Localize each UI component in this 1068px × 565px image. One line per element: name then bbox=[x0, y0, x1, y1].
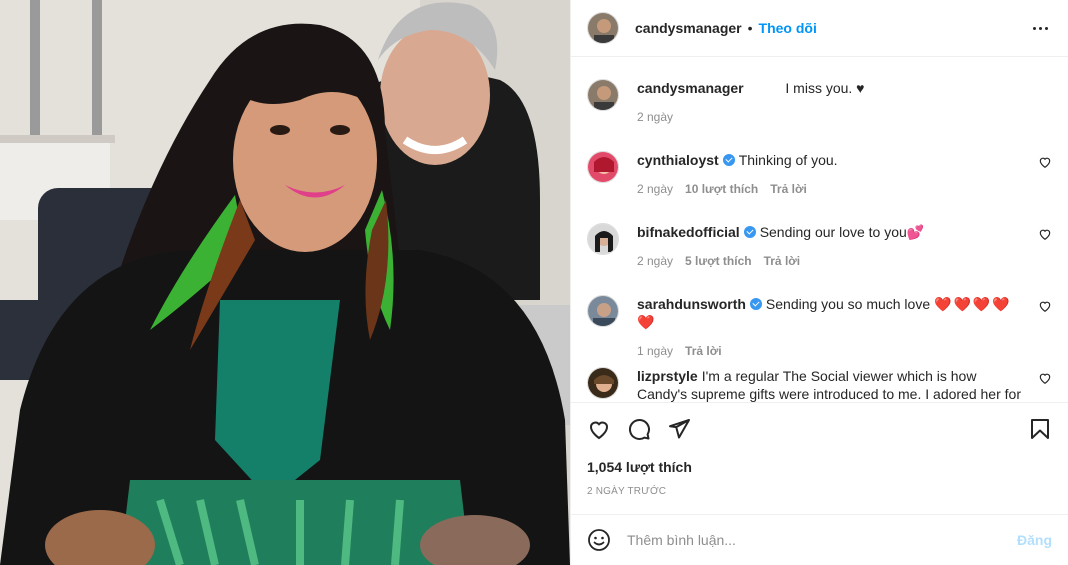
verified-icon bbox=[743, 226, 756, 238]
caption-text: I miss you. ♥ bbox=[785, 80, 865, 96]
verified-icon bbox=[722, 154, 735, 166]
photo-illustration bbox=[0, 0, 570, 565]
caption: candysmanager I miss you. ♥ 2 ngày bbox=[587, 79, 1052, 124]
avatar[interactable] bbox=[587, 79, 619, 111]
caption-username[interactable]: candysmanager bbox=[637, 80, 744, 96]
avatar[interactable] bbox=[587, 295, 619, 327]
comment-item: sarahdunsworth Sending you so much love ❤… bbox=[587, 295, 1052, 358]
comment-item: bifnakedofficial Sending our love to you💕… bbox=[587, 223, 1052, 268]
comment-time[interactable]: 1 ngày bbox=[637, 344, 673, 358]
comment-username[interactable]: sarahdunsworth bbox=[637, 296, 746, 312]
bookmark-icon[interactable] bbox=[1028, 417, 1052, 441]
comment-text: Sending you so much love bbox=[765, 296, 931, 312]
heart-icon[interactable] bbox=[1038, 299, 1052, 313]
likes-count[interactable]: 1,054 lượt thích bbox=[587, 459, 692, 475]
heart-icon[interactable] bbox=[587, 417, 611, 441]
reply-button[interactable]: Trả lời bbox=[764, 254, 801, 268]
verified-icon bbox=[749, 298, 762, 310]
comment-likes[interactable]: 10 lượt thích bbox=[685, 182, 758, 196]
follow-button[interactable]: Theo dõi bbox=[759, 20, 817, 36]
avatar[interactable] bbox=[587, 151, 619, 183]
heart-icon[interactable] bbox=[1038, 155, 1052, 169]
post-dialog: candysmanager • Theo dõi candysmanager I… bbox=[0, 0, 1068, 565]
post-header: candysmanager • Theo dõi bbox=[571, 0, 1068, 57]
post-sidebar: candysmanager • Theo dõi candysmanager I… bbox=[570, 0, 1068, 565]
comment-icon[interactable] bbox=[627, 417, 651, 441]
caption-time[interactable]: 2 ngày bbox=[637, 110, 673, 124]
more-icon[interactable] bbox=[1028, 16, 1052, 40]
avatar[interactable] bbox=[587, 367, 619, 399]
comment-text: Sending our love to you💕 bbox=[759, 224, 925, 240]
header-username[interactable]: candysmanager bbox=[635, 20, 742, 36]
share-icon[interactable] bbox=[667, 417, 691, 441]
emoji-icon[interactable] bbox=[587, 528, 611, 552]
add-comment-bar: Đăng bbox=[571, 514, 1068, 565]
post-actions: 1,054 lượt thích 2 NGÀY TRƯỚC bbox=[571, 402, 1068, 514]
avatar[interactable] bbox=[587, 223, 619, 255]
heart-icon[interactable] bbox=[1038, 371, 1052, 385]
comment-item: lizprstyle I'm a regular The Social viewe… bbox=[587, 367, 1052, 402]
comment-time[interactable]: 2 ngày bbox=[637, 254, 673, 268]
comment-input[interactable] bbox=[627, 532, 1017, 548]
separator-dot: • bbox=[747, 20, 753, 36]
reply-button[interactable]: Trả lời bbox=[770, 182, 807, 196]
post-photo[interactable] bbox=[0, 0, 570, 565]
comment-username[interactable]: lizprstyle bbox=[637, 368, 698, 384]
post-comment-button[interactable]: Đăng bbox=[1017, 532, 1052, 548]
post-date[interactable]: 2 NGÀY TRƯỚC bbox=[587, 486, 666, 497]
comment-username[interactable]: cynthialoyst bbox=[637, 152, 719, 168]
comment-username[interactable]: bifnakedofficial bbox=[637, 224, 740, 240]
comment-time[interactable]: 2 ngày bbox=[637, 182, 673, 196]
heart-icon[interactable] bbox=[1038, 227, 1052, 241]
comment-likes[interactable]: 5 lượt thích bbox=[685, 254, 752, 268]
reply-button[interactable]: Trả lời bbox=[685, 344, 722, 358]
comments-list[interactable]: candysmanager I miss you. ♥ 2 ngày cynth… bbox=[571, 57, 1068, 402]
avatar[interactable] bbox=[587, 12, 619, 44]
comment-item: cynthialoyst Thinking of you. 2 ngày 10 l… bbox=[587, 151, 1052, 196]
comment-text: Thinking of you. bbox=[738, 152, 838, 168]
